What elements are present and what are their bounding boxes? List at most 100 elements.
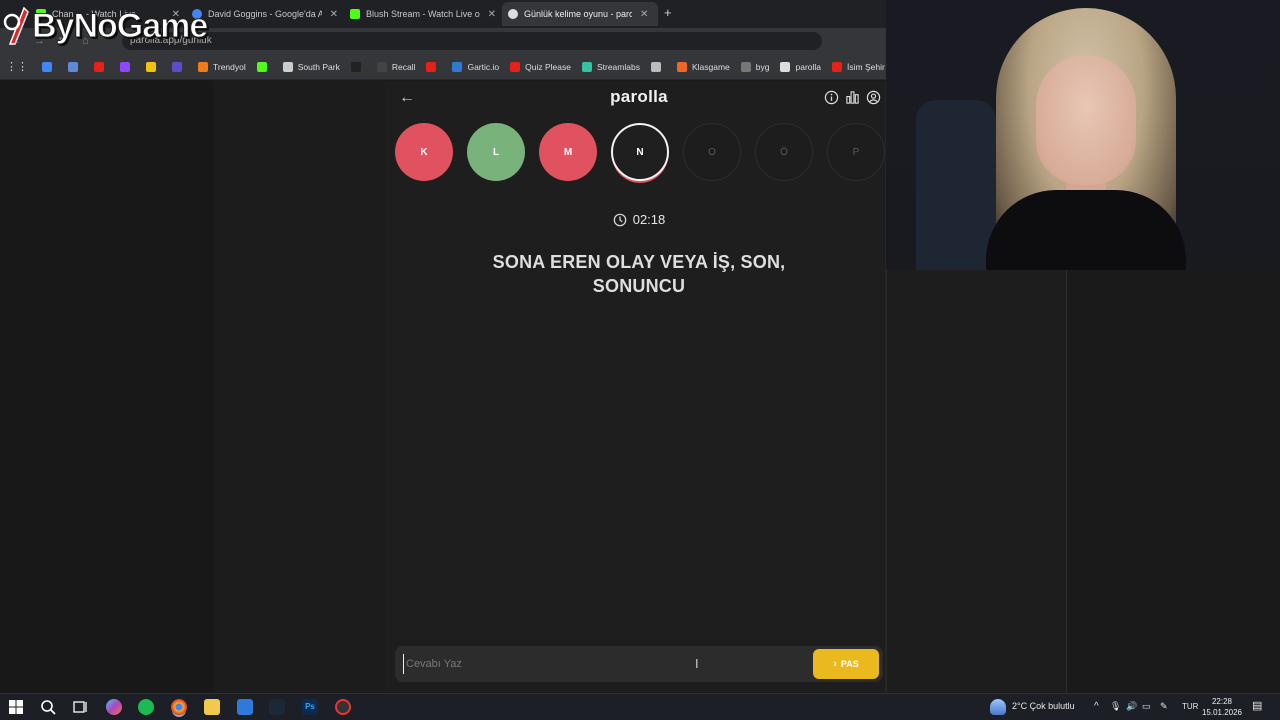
parolla-game: ← parolla KLMNOÖP 02:18 SONA EREN OLAY V… bbox=[385, 81, 886, 693]
close-tab-icon[interactable]: ✕ bbox=[640, 9, 648, 20]
bookmark-item[interactable]: İsim Şehir bbox=[832, 61, 885, 72]
answer-bar: I › PAS bbox=[395, 646, 883, 682]
stats-icon[interactable] bbox=[845, 90, 860, 105]
clock-icon bbox=[613, 213, 627, 226]
bookmark-icon bbox=[740, 61, 751, 72]
bookmark-item[interactable] bbox=[68, 61, 83, 72]
info-icon[interactable] bbox=[824, 90, 839, 105]
bookmark-item[interactable]: Quiz Please bbox=[510, 61, 571, 72]
bookmark-item[interactable] bbox=[42, 61, 57, 72]
windows-taskbar: Ps 2°C Çok bulutlu ^ 🎙 🔊 ▭ ✎ TUR 22:28 1… bbox=[0, 693, 1280, 720]
bookmark-icon bbox=[68, 61, 78, 72]
language-indicator[interactable]: TUR bbox=[1182, 702, 1198, 711]
bookmark-icon bbox=[350, 61, 361, 72]
bookmark-item[interactable] bbox=[120, 61, 135, 72]
bookmark-icon bbox=[780, 61, 791, 72]
bookmark-label: South Park bbox=[297, 61, 340, 72]
bookmark-item[interactable] bbox=[350, 61, 366, 72]
bookmark-item[interactable] bbox=[172, 61, 187, 72]
chevron-right-icon: › bbox=[833, 658, 837, 670]
app-title: parolla bbox=[610, 87, 668, 106]
steam-icon[interactable] bbox=[269, 699, 285, 715]
desktop-background bbox=[1066, 270, 1280, 693]
page-background-mid bbox=[213, 81, 385, 693]
bookmark-icon bbox=[256, 61, 267, 72]
user-icon[interactable] bbox=[866, 90, 881, 105]
bookmark-icon bbox=[676, 61, 687, 72]
pass-button[interactable]: › PAS bbox=[813, 649, 879, 679]
file-explorer-icon[interactable] bbox=[204, 699, 220, 715]
letter-circle-wrong: M bbox=[539, 123, 597, 181]
gaming-chair bbox=[916, 100, 996, 270]
bookmark-label: Streamlabs bbox=[596, 61, 640, 72]
clock-date: 15.01.2026 bbox=[1201, 708, 1243, 717]
bookmark-item[interactable] bbox=[650, 61, 666, 72]
letter-wheel: KLMNOÖP bbox=[395, 123, 885, 185]
photoshop-icon[interactable]: Ps bbox=[302, 699, 318, 715]
weather-icon[interactable] bbox=[990, 699, 1006, 715]
bookmark-item[interactable]: Klasgame bbox=[676, 61, 730, 72]
bookmark-item[interactable]: Trendyol bbox=[198, 61, 246, 72]
bookmark-item[interactable]: South Park bbox=[282, 61, 340, 72]
letter-circle-current: N bbox=[611, 123, 669, 181]
bookmark-icon bbox=[198, 61, 208, 72]
network-icon[interactable]: ▭ bbox=[1142, 701, 1151, 712]
bookmark-item[interactable] bbox=[426, 61, 441, 72]
url-field[interactable]: parolla.app/gunluk bbox=[122, 32, 822, 50]
bookmark-item[interactable] bbox=[94, 61, 109, 72]
kick-icon bbox=[350, 9, 360, 19]
webcam-overlay bbox=[886, 0, 1280, 270]
answer-input[interactable] bbox=[403, 654, 783, 674]
close-tab-icon[interactable]: ✕ bbox=[488, 9, 496, 20]
bookmark-item[interactable]: Recall bbox=[376, 61, 415, 72]
obs-icon[interactable] bbox=[335, 699, 351, 715]
volume-icon[interactable]: 🔊 bbox=[1126, 701, 1137, 712]
copilot-icon[interactable] bbox=[106, 699, 122, 715]
close-tab-icon[interactable]: ✕ bbox=[330, 9, 338, 20]
parolla-icon bbox=[508, 9, 518, 19]
bookmark-item[interactable]: parolla bbox=[780, 61, 821, 72]
system-clock[interactable]: 22:28 15.01.2026 bbox=[1198, 696, 1246, 718]
search-icon[interactable] bbox=[40, 699, 56, 715]
browser-tab-active[interactable]: Günlük kelime oyunu - parolla ✕ bbox=[502, 2, 658, 26]
bookmark-icon bbox=[650, 61, 661, 72]
bookmark-icon bbox=[510, 61, 521, 72]
mail-icon[interactable] bbox=[237, 699, 253, 715]
bookmark-icon bbox=[120, 61, 130, 72]
clue-text: SONA EREN OLAY VEYA İŞ, SON, SONUNCU bbox=[492, 252, 786, 296]
bookmark-item[interactable] bbox=[256, 61, 272, 72]
spotify-icon[interactable] bbox=[138, 699, 154, 715]
pen-icon[interactable]: ✎ bbox=[1160, 701, 1168, 712]
chevron-up-icon[interactable]: ^ bbox=[1094, 701, 1099, 712]
microphone-icon[interactable]: 🎙 bbox=[1110, 701, 1121, 712]
bookmark-label: İsim Şehir bbox=[847, 61, 885, 72]
bookmark-label: Quiz Please bbox=[525, 61, 571, 72]
header-actions bbox=[824, 90, 881, 105]
notification-icon[interactable]: ▤ bbox=[1252, 699, 1262, 712]
logo-mark-icon bbox=[3, 6, 29, 45]
task-view-icon[interactable] bbox=[72, 699, 88, 715]
bookmark-icon bbox=[172, 61, 182, 72]
apps-icon[interactable]: ⋮⋮ bbox=[6, 60, 28, 73]
bookmarks-bar: ⋮⋮ Trendyol South Park Recall Gartic.io Quiz… bbox=[0, 54, 935, 80]
timer-value: 02:18 bbox=[632, 212, 666, 227]
bookmark-item[interactable] bbox=[146, 61, 161, 72]
bookmark-label: byg bbox=[755, 61, 770, 72]
letter-circle-wrong: K bbox=[395, 123, 453, 181]
clock-time: 22:28 bbox=[1211, 697, 1233, 706]
bookmark-item[interactable]: Streamlabs bbox=[581, 61, 640, 72]
timer: 02:18 bbox=[385, 212, 893, 227]
chrome-icon[interactable] bbox=[171, 699, 187, 715]
bookmark-item[interactable]: byg bbox=[740, 61, 770, 72]
bookmark-label: Trendyol bbox=[213, 61, 246, 72]
bookmark-item[interactable]: Gartic.io bbox=[452, 61, 499, 72]
letter-circle-pending: P bbox=[827, 123, 885, 181]
browser-tab[interactable]: Blush Stream - Watch Live on K ✕ bbox=[344, 2, 496, 26]
bookmark-icon bbox=[376, 61, 387, 72]
new-tab-icon[interactable]: + bbox=[664, 5, 672, 20]
weather-text[interactable]: 2°C Çok bulutlu bbox=[1012, 701, 1075, 711]
page-background-right bbox=[886, 270, 1066, 693]
pass-button-label: PAS bbox=[840, 659, 859, 669]
browser-tab[interactable]: David Goggins - Google'da Ara ✕ bbox=[186, 2, 338, 26]
windows-start-icon[interactable] bbox=[8, 699, 24, 715]
